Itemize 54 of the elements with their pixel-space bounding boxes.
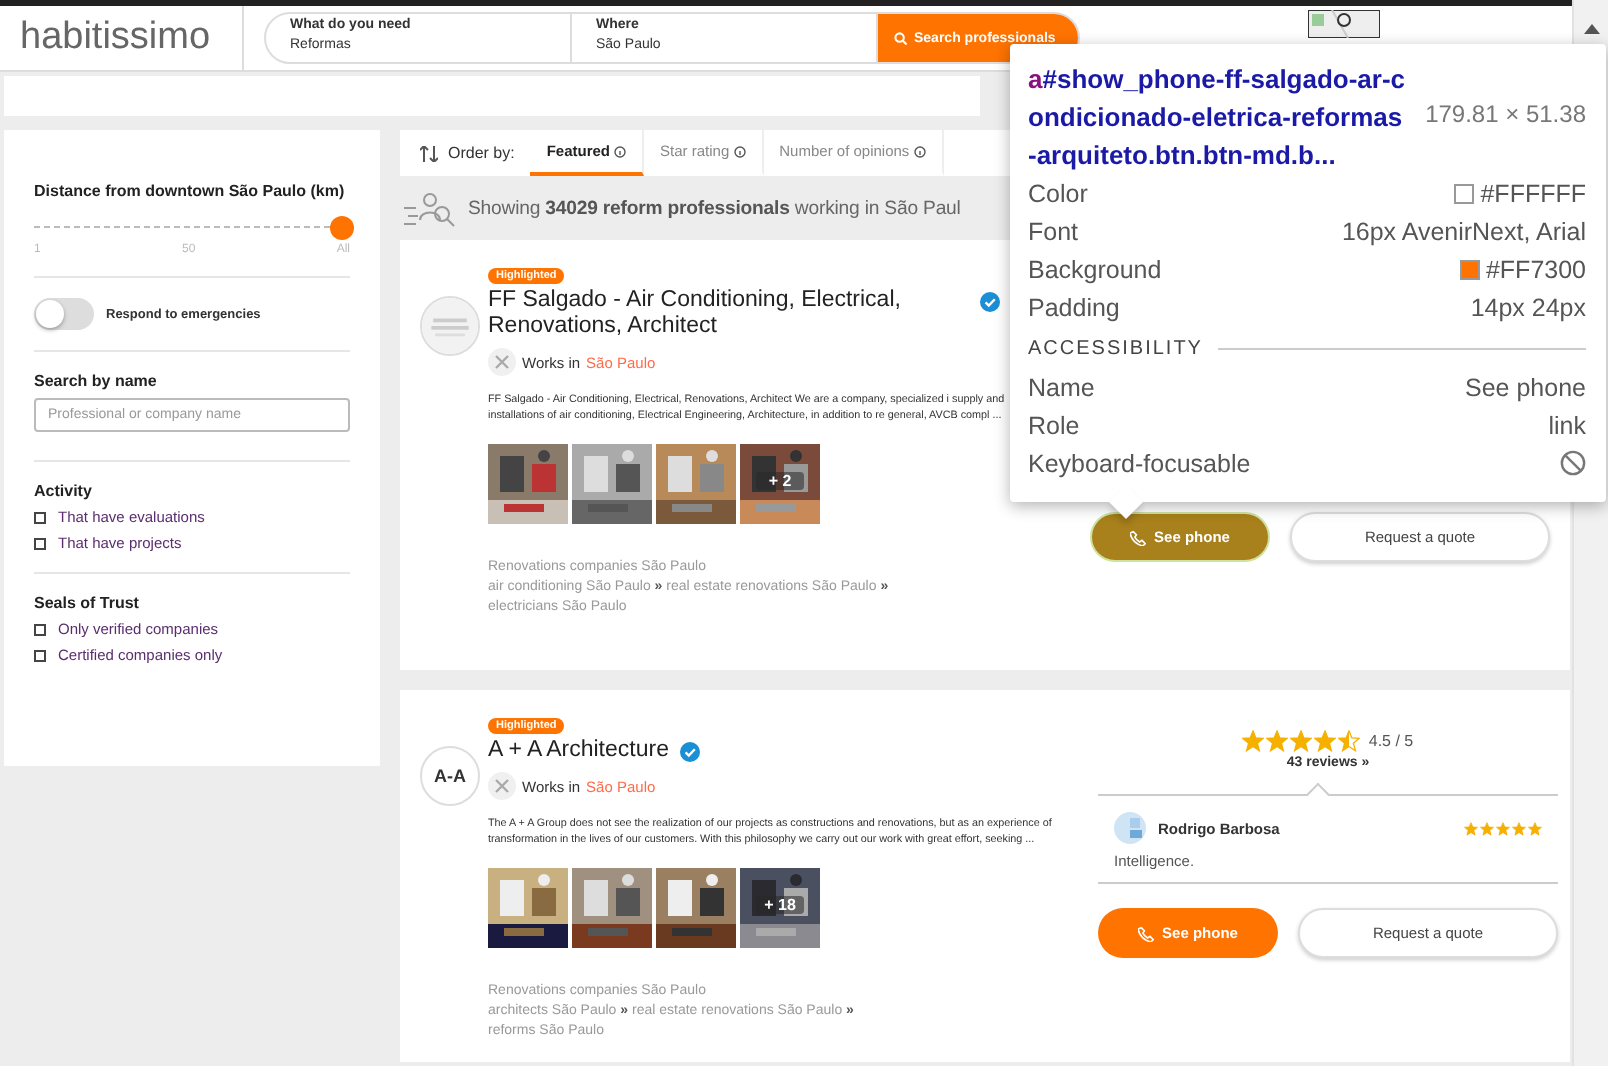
- distance-slider[interactable]: [34, 216, 350, 236]
- element-selector: a#show_phone-ff-salgado-ar-condicionado-eletrica-reformas-arquiteto.btn.btn-md.b...: [1028, 62, 1408, 174]
- property-label: Font: [1028, 217, 1079, 245]
- star-icon: [1266, 730, 1289, 752]
- property-value: #FFFFFF: [1480, 179, 1586, 207]
- star-icon: [1242, 730, 1265, 752]
- element-size: 179.81 × 51.38: [1425, 100, 1586, 132]
- checkbox[interactable]: [34, 511, 46, 523]
- filter-title: Seals of Trust: [34, 594, 141, 612]
- star-icon: [1290, 730, 1313, 752]
- property-value: See phone: [1465, 373, 1586, 401]
- property-label: Padding: [1028, 293, 1120, 321]
- filter-title: Search by name: [34, 372, 159, 390]
- company-name[interactable]: A + A Architecture: [488, 738, 669, 764]
- phone-icon: [1130, 529, 1147, 545]
- info-icon: [614, 145, 627, 157]
- company-name[interactable]: FF Salgado - Air Conditioning, Electrical, Renovations, Architect: [488, 288, 968, 340]
- more-photos-count[interactable]: + 18: [756, 896, 804, 914]
- property-value: #FF7300: [1485, 255, 1586, 283]
- filter-title: Activity: [34, 482, 94, 500]
- scroll-up-icon[interactable]: [1583, 24, 1599, 34]
- avatar-icon: [1114, 812, 1146, 844]
- search-people-icon: [404, 188, 456, 228]
- more-photos-count[interactable]: + 2: [756, 472, 804, 490]
- section-title: ACCESSIBILITY: [1028, 338, 1203, 360]
- rating-score: 4.5 / 5: [1368, 732, 1414, 750]
- info-icon: [733, 145, 746, 157]
- property-value: 14px 24px: [1470, 293, 1586, 321]
- checkbox[interactable]: [34, 537, 46, 549]
- property-label: Keyboard-focusable: [1028, 449, 1251, 477]
- checkbox[interactable]: [34, 623, 46, 635]
- company-logo[interactable]: A-A: [420, 746, 480, 806]
- results-summary: Showing 34029 reform professionals working in São Paul: [468, 197, 961, 219]
- filter-title: Distance from downtown São Paulo (km): [34, 182, 347, 200]
- tools-icon: [488, 348, 516, 376]
- phone-icon: [1138, 925, 1155, 941]
- not-allowed-icon: [1560, 450, 1586, 476]
- property-label: Role: [1028, 411, 1080, 439]
- property-value: 16px AvenirNext, Arial: [1341, 217, 1586, 245]
- property-label: Name: [1028, 373, 1095, 401]
- property-label: Background: [1028, 255, 1162, 283]
- logo[interactable]: habitissimo: [0, 6, 244, 70]
- emergency-toggle[interactable]: [34, 298, 94, 330]
- order-label: Order by:: [448, 144, 515, 162]
- star-icon: [1338, 730, 1361, 752]
- checkbox[interactable]: [34, 649, 46, 661]
- sort-icon: [420, 145, 438, 161]
- property-label: Color: [1028, 179, 1088, 207]
- star-icon: [1314, 730, 1337, 752]
- info-icon: [913, 145, 926, 157]
- search-icon: [894, 31, 908, 45]
- property-value: link: [1548, 411, 1586, 439]
- map-thumbnail[interactable]: [1308, 10, 1380, 38]
- tools-icon: [488, 772, 516, 800]
